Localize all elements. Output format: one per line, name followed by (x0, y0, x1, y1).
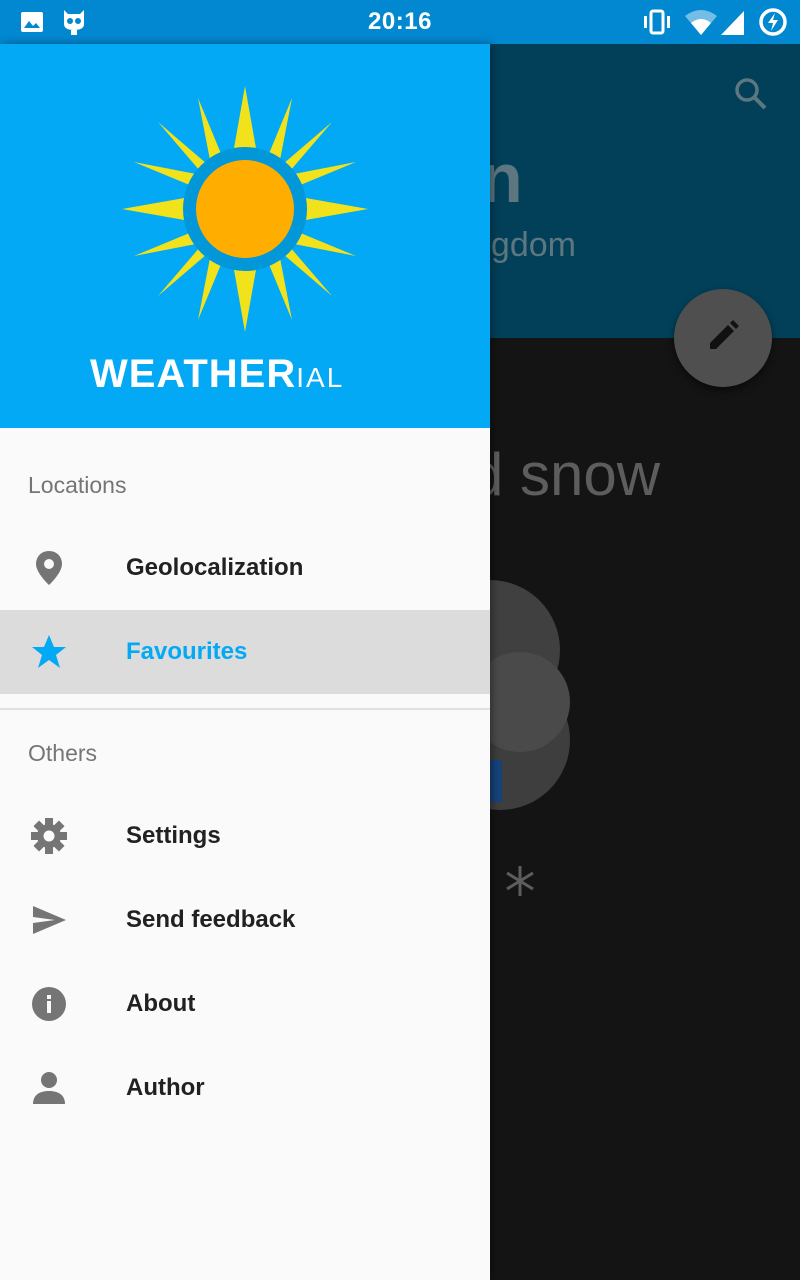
nav-item-author[interactable]: Author (0, 1046, 490, 1130)
nav-item-label: Settings (126, 822, 221, 849)
nav-item-label: Send feedback (126, 906, 296, 933)
wifi-icon (684, 10, 718, 41)
person-icon (30, 1069, 68, 1107)
section-divider (0, 708, 490, 710)
app-logo-wordmark: WEATHERIAL (90, 352, 345, 396)
info-icon (30, 985, 68, 1023)
drawer-header: WEATHERIAL (0, 44, 490, 428)
section-label-locations: Locations (28, 472, 127, 498)
edit-location-button[interactable] (674, 289, 772, 387)
search-icon[interactable] (733, 76, 769, 117)
nav-item-label: Geolocalization (126, 554, 304, 581)
location-pin-icon (30, 549, 68, 587)
nav-item-geolocalization[interactable]: Geolocalization (0, 526, 490, 610)
star-icon (30, 633, 68, 671)
nav-item-settings[interactable]: Settings (0, 794, 490, 878)
signal-icon (720, 10, 746, 41)
gear-icon (30, 817, 68, 855)
section-label-others: Others (28, 740, 98, 766)
nav-item-label: Favourites (126, 638, 248, 665)
status-time: 20:16 (368, 8, 432, 35)
weather-condition: d snow (470, 441, 661, 508)
sun-logo-icon (120, 84, 370, 339)
navigation-drawer: WEATHERIAL Locations Geolocalization Fav… (0, 44, 490, 1280)
battery-charging-icon (758, 7, 788, 42)
send-icon (30, 901, 68, 939)
vibrate-icon (642, 9, 672, 40)
edit-icon (705, 318, 741, 359)
nav-item-label: About (126, 990, 196, 1017)
nav-item-favourites[interactable]: Favourites (0, 610, 490, 694)
nav-item-about[interactable]: About (0, 962, 490, 1046)
nav-item-label: Author (126, 1074, 205, 1101)
nav-item-send-feedback[interactable]: Send feedback (0, 878, 490, 962)
status-bar: 20:16 (0, 0, 800, 44)
snowflake-icon (503, 864, 537, 903)
